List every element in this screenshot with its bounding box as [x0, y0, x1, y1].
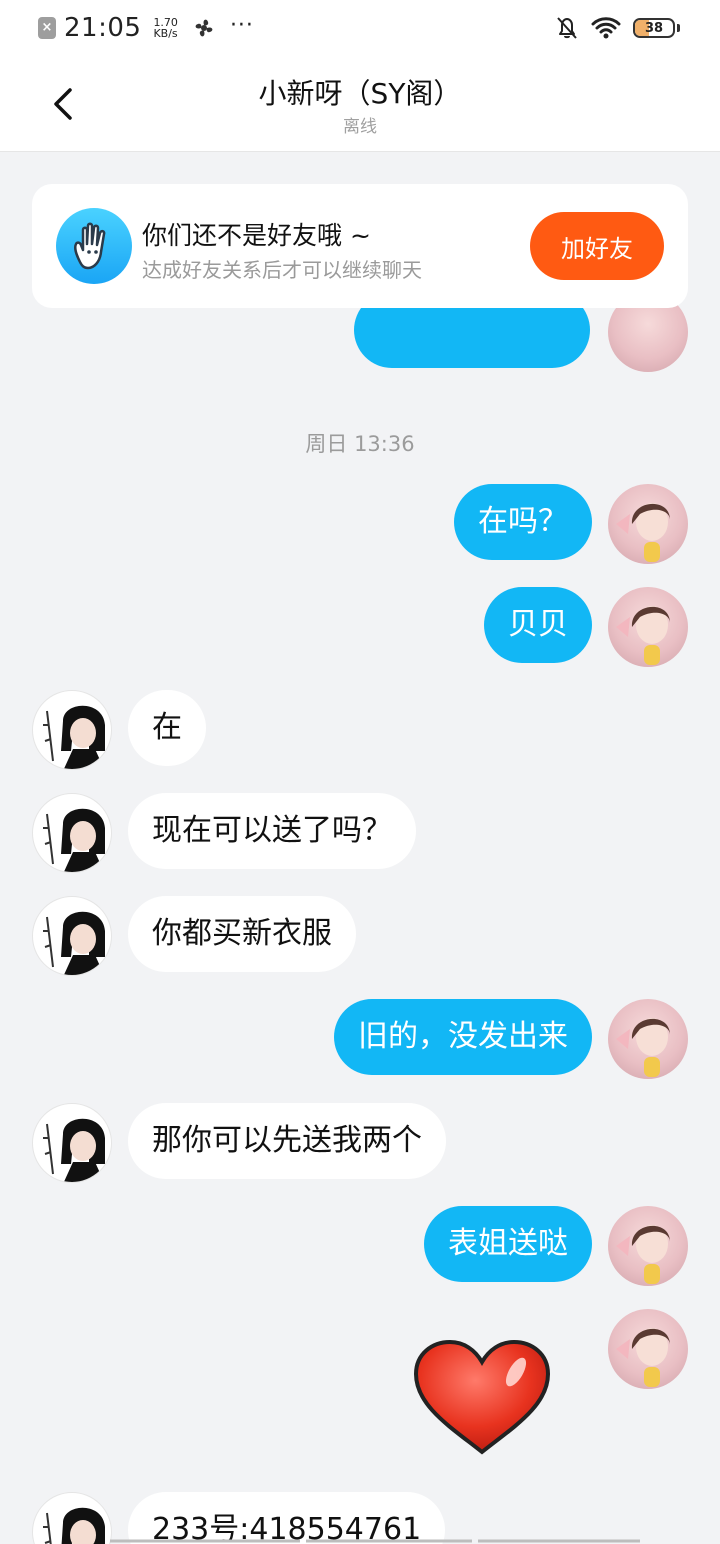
speed-unit: KB/s	[153, 27, 178, 40]
chat-bubble-in[interactable]: 现在可以送了吗？	[128, 793, 416, 869]
my-avatar[interactable]	[608, 999, 688, 1079]
notification-close-icon: ×	[38, 17, 56, 39]
contact-name[interactable]: 小新呀（SY阁）	[0, 72, 720, 112]
avatar-portrait	[616, 503, 670, 562]
contact-avatar[interactable]	[32, 1492, 112, 1544]
card-subtitle: 达成好友关系后才可以继续聊天	[142, 258, 422, 282]
hand-glyph	[73, 222, 106, 270]
chat-bubble-out[interactable]: 表姐送哒	[424, 1206, 592, 1282]
my-avatar[interactable]	[608, 587, 688, 667]
chat-timestamp: 周日 13:36	[305, 432, 415, 456]
card-title: 你们还不是好友哦 ~	[142, 221, 371, 250]
chat-header: 小新呀（SY阁） 离线	[0, 56, 720, 152]
my-avatar[interactable]	[608, 484, 688, 564]
bell-muted-icon	[557, 17, 577, 39]
chat-bubble-in[interactable]: 那你可以先送我两个	[128, 1103, 446, 1179]
add-friend-card: 你们还不是好友哦 ~ 达成好友关系后才可以继续聊天 加好友	[32, 184, 688, 308]
avatar-portrait	[616, 606, 670, 665]
online-status: 离线	[343, 117, 377, 137]
avatar-portrait	[43, 808, 105, 872]
avatar-portrait	[43, 911, 105, 975]
network-speed: 1.70 KB/s	[153, 17, 178, 39]
chat-bubble-out[interactable]: 在吗？	[454, 484, 592, 560]
status-right: 38	[555, 15, 680, 41]
avatar-portrait	[43, 705, 105, 769]
avatar-portrait	[616, 1328, 670, 1387]
chat-bubble-in[interactable]: 你都买新衣服	[128, 896, 356, 972]
more-dots: ···	[229, 12, 254, 38]
contact-avatar[interactable]	[32, 896, 112, 976]
fan-icon	[195, 19, 213, 37]
my-avatar[interactable]	[608, 1206, 688, 1286]
heart-sticker[interactable]	[412, 1338, 552, 1458]
chat-bubble-out[interactable]: 旧的，没发出来	[334, 999, 592, 1075]
my-avatar[interactable]	[608, 1309, 688, 1389]
avatar-portrait	[616, 1225, 670, 1284]
contact-avatar[interactable]	[32, 1103, 112, 1183]
chat-bubble-in[interactable]: 233号:418554761	[128, 1492, 446, 1544]
scroll-indicator	[110, 1539, 640, 1543]
wifi-icon	[591, 17, 621, 39]
contact-avatar[interactable]	[32, 793, 112, 873]
battery-icon: 38	[633, 18, 675, 38]
avatar-portrait	[616, 1018, 670, 1077]
status-left: × 21:05 1.70 KB/s ···	[38, 13, 254, 43]
chat-bubble-out[interactable]: 贝贝	[484, 587, 592, 663]
battery-cap	[677, 24, 680, 32]
battery-level: 38	[644, 20, 664, 36]
avatar-portrait	[43, 1507, 105, 1544]
add-friend-button[interactable]: 加好友	[530, 212, 664, 280]
status-bar: × 21:05 1.70 KB/s ··· 38	[0, 0, 720, 56]
avatar-portrait	[43, 1118, 105, 1182]
clock: 21:05	[64, 13, 142, 43]
hand-icon	[56, 208, 132, 284]
contact-avatar[interactable]	[32, 690, 112, 770]
chat-area[interactable]: 周日 13:36 在吗？ 贝贝 在 现在可以送了吗？ 你都买新衣服 旧的，没发出…	[0, 152, 720, 1544]
chat-bubble-in[interactable]: 在	[128, 690, 206, 766]
